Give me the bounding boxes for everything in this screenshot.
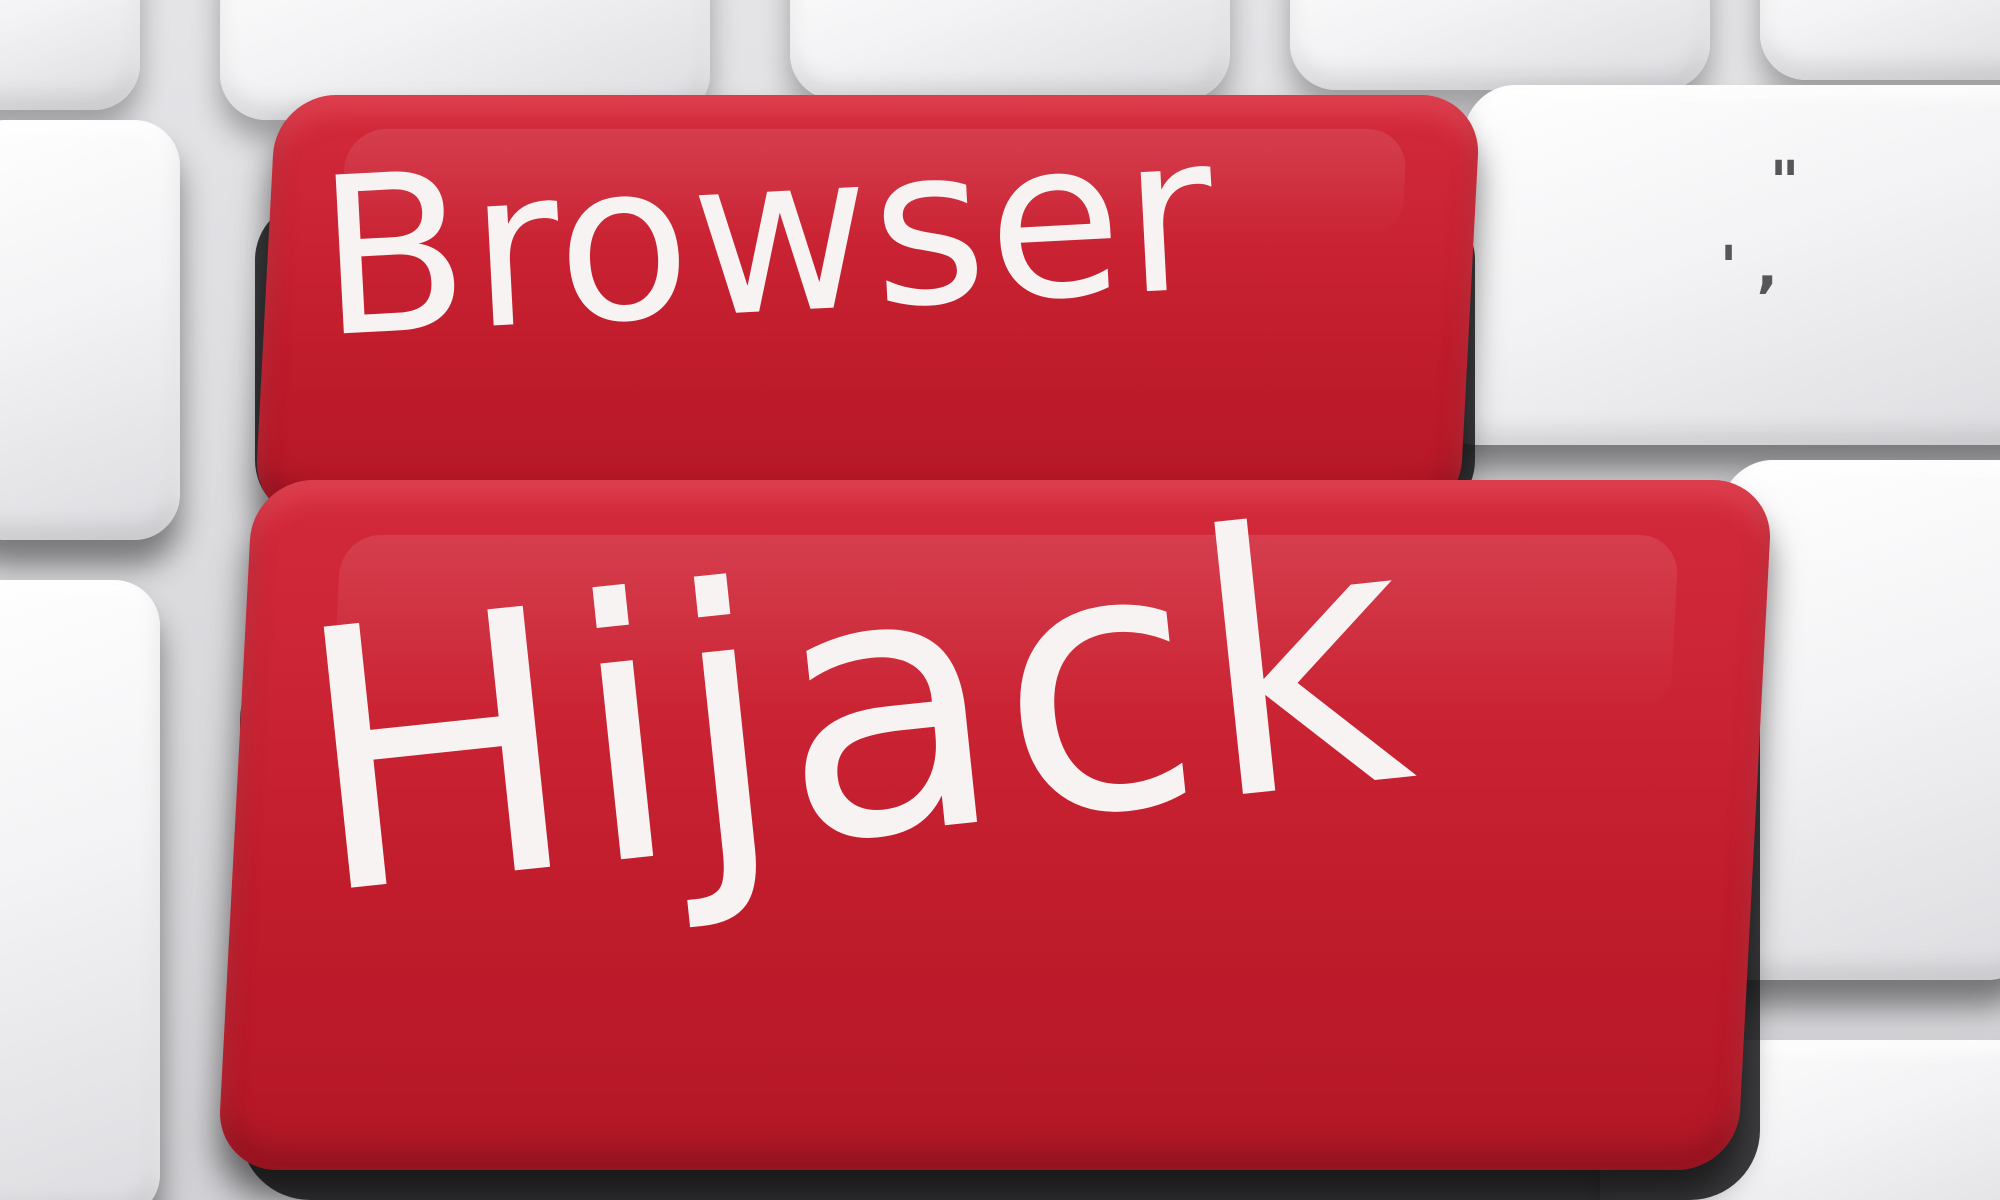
quote-key-glyph-top: " <box>1770 150 1800 215</box>
keyboard-key-left-bottom <box>0 580 160 1200</box>
keyboard-key-top-left <box>0 0 140 110</box>
keyboard-key-quote <box>1431 85 2000 445</box>
keyboard-key-top-3 <box>790 0 1230 100</box>
browser-key-label: Browser <box>311 86 1222 387</box>
keyboard-key-left-middle <box>0 120 180 540</box>
quote-key-glyph-bottom: ' , <box>1720 235 1778 300</box>
keyboard-key-top-4 <box>1290 0 1710 90</box>
keyboard-key-top-5 <box>1760 0 2000 80</box>
keyboard-scene: " ' , Browser Hijack <box>0 0 2000 1200</box>
